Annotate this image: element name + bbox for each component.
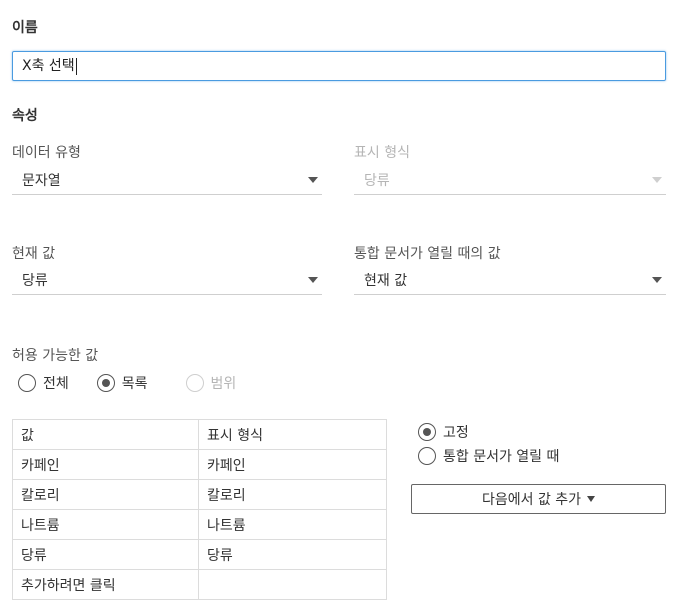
radio-on-open[interactable]: 통합 문서가 열릴 때 bbox=[418, 446, 559, 466]
data-type-value: 문자열 bbox=[22, 172, 61, 189]
radio-all[interactable]: 전체 bbox=[18, 373, 69, 393]
chevron-down-icon bbox=[652, 276, 662, 283]
current-value-label: 현재 값 bbox=[12, 246, 56, 262]
add-values-from-button[interactable]: 다음에서 값 추가 bbox=[411, 484, 666, 514]
radio-circle-icon bbox=[418, 447, 436, 465]
radio-checked-icon bbox=[418, 423, 436, 441]
table-row[interactable]: 칼로리 칼로리 bbox=[12, 479, 387, 510]
table-row[interactable]: 나트륨 나트륨 bbox=[12, 509, 387, 540]
chevron-down-icon bbox=[652, 176, 662, 183]
table-cell-value[interactable]: 나트륨 bbox=[12, 509, 199, 540]
table-row[interactable]: 당류 당류 bbox=[12, 539, 387, 570]
open-value-value: 현재 값 bbox=[364, 272, 408, 289]
add-row-empty-cell[interactable] bbox=[198, 569, 387, 600]
name-input[interactable]: X축 선택 bbox=[12, 51, 666, 81]
radio-list[interactable]: 목록 bbox=[96, 373, 148, 393]
radio-list-label: 목록 bbox=[121, 376, 148, 392]
radio-circle-icon bbox=[18, 374, 36, 392]
table-cell-display[interactable]: 카페인 bbox=[198, 449, 387, 480]
table-cell-value[interactable]: 칼로리 bbox=[12, 479, 199, 510]
radio-fixed[interactable]: 고정 bbox=[418, 422, 469, 442]
open-value-label: 통합 문서가 열릴 때의 값 bbox=[354, 246, 501, 262]
chevron-down-icon bbox=[308, 176, 318, 183]
open-value-select[interactable]: 현재 값 bbox=[354, 265, 666, 295]
allowed-values-label: 허용 가능한 값 bbox=[12, 348, 99, 364]
radio-checked-icon bbox=[96, 374, 115, 392]
table-row[interactable]: 카페인 카페인 bbox=[12, 449, 387, 480]
table-cell-display[interactable]: 나트륨 bbox=[198, 509, 387, 540]
radio-range-label: 범위 bbox=[210, 376, 237, 392]
properties-section-title: 속성 bbox=[12, 108, 38, 124]
table-cell-display[interactable]: 칼로리 bbox=[198, 479, 387, 510]
radio-all-label: 전체 bbox=[43, 376, 69, 392]
table-header-row: 값 표시 형식 bbox=[12, 419, 387, 450]
radio-range: 범위 bbox=[185, 373, 237, 393]
table-cell-display[interactable]: 당류 bbox=[198, 539, 387, 570]
radio-fixed-label: 고정 bbox=[443, 425, 469, 441]
display-format-value: 당류 bbox=[364, 172, 390, 189]
table-cell-value[interactable]: 당류 bbox=[12, 539, 199, 570]
table-add-row[interactable]: 추가하려면 클릭 bbox=[12, 569, 387, 600]
add-row-cell[interactable]: 추가하려면 클릭 bbox=[12, 569, 199, 600]
display-format-label: 표시 형식 bbox=[354, 145, 410, 161]
data-type-select[interactable]: 문자열 bbox=[12, 165, 322, 195]
data-type-label: 데이터 유형 bbox=[12, 145, 81, 161]
text-caret bbox=[75, 57, 77, 75]
name-section-title: 이름 bbox=[12, 20, 38, 36]
radio-circle-icon bbox=[185, 374, 204, 392]
current-value-select[interactable]: 당류 bbox=[12, 265, 322, 295]
table-header-value: 값 bbox=[12, 419, 199, 450]
display-format-select: 당류 bbox=[354, 165, 666, 195]
table-cell-value[interactable]: 카페인 bbox=[12, 449, 199, 480]
chevron-down-icon bbox=[308, 276, 318, 283]
current-value-value: 당류 bbox=[22, 272, 48, 289]
add-values-from-label: 다음에서 값 추가 bbox=[481, 492, 582, 508]
allowed-values-radio-group: 전체 목록 범위 bbox=[18, 373, 236, 393]
table-header-display: 표시 형식 bbox=[198, 419, 387, 450]
chevron-down-icon bbox=[587, 496, 596, 502]
radio-on-open-label: 통합 문서가 열릴 때 bbox=[443, 449, 560, 465]
values-table: 값 표시 형식 카페인 카페인 칼로리 칼로리 나트륨 나트륨 당류 당류 추가… bbox=[12, 419, 387, 600]
name-input-value: X축 선택 bbox=[22, 58, 75, 74]
